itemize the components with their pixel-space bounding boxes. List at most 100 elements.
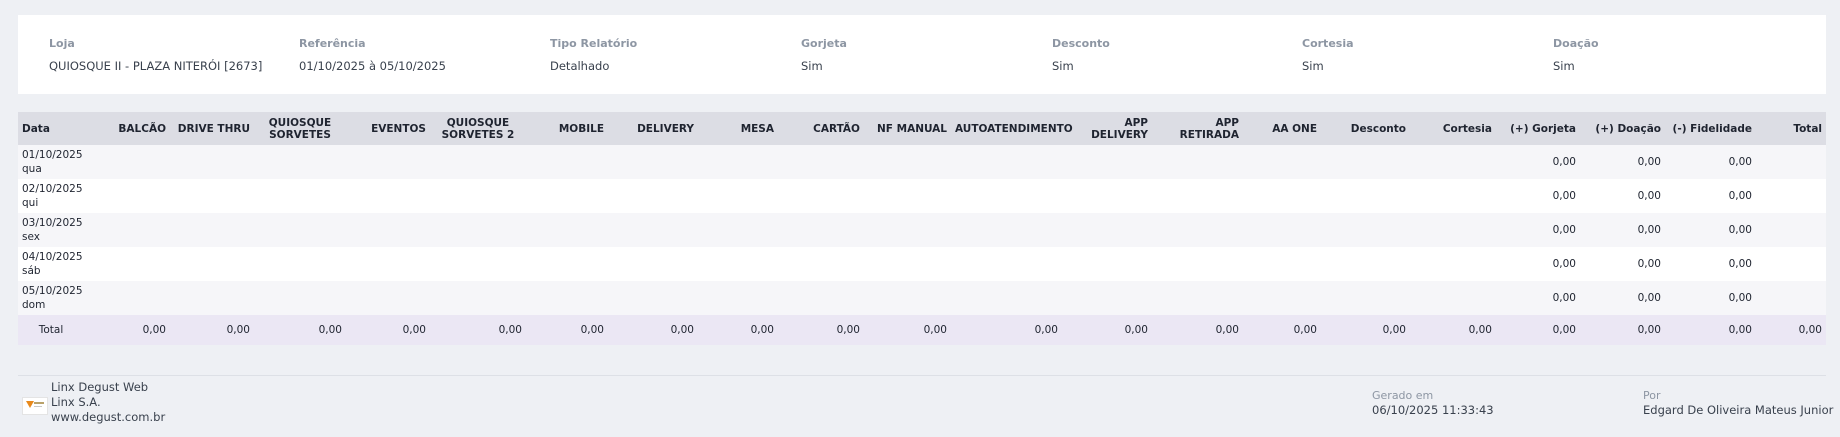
filter-value: Sim	[1302, 59, 1324, 73]
fidelidade-cell: 0,00	[1665, 179, 1756, 213]
gorjeta-cell: 0,00	[1496, 145, 1580, 179]
empty-cell	[778, 281, 864, 315]
row-date: 01/10/2025	[22, 149, 83, 161]
column-header-cartao: CARTÃO	[778, 112, 864, 145]
total-cell: 0,00	[1580, 315, 1665, 345]
empty-cell	[526, 179, 608, 213]
column-header-delivery: DELIVERY	[608, 112, 698, 145]
column-header-app-retirada: APP RETIRADA	[1152, 112, 1243, 145]
empty-cell	[1152, 281, 1243, 315]
column-header-quiosque-sorvetes-2: QUIOSQUE SORVETES 2	[430, 112, 526, 145]
empty-cell	[608, 281, 698, 315]
empty-cell	[951, 213, 1062, 247]
table-header-row: Data BALCÃO DRIVE THRU QUIOSQUE SORVETES…	[18, 112, 1826, 145]
empty-cell	[951, 247, 1062, 281]
empty-cell	[254, 281, 346, 315]
by-value: Edgard De Oliveira Mateus Junior	[1643, 403, 1834, 417]
empty-cell	[1062, 247, 1152, 281]
empty-cell	[951, 281, 1062, 315]
empty-cell	[526, 281, 608, 315]
total-cell: 0,00	[864, 315, 951, 345]
generated-at: Gerado em 06/10/2025 11:33:43	[1372, 388, 1494, 418]
column-header-app-delivery: APP DELIVERY	[1062, 112, 1152, 145]
date-cell: 05/10/2025 dom	[18, 281, 84, 315]
empty-cell	[1243, 179, 1321, 213]
total-cell: 0,00	[84, 315, 170, 345]
empty-cell	[1321, 281, 1410, 315]
company-name: Linx S.A.	[51, 395, 101, 409]
empty-cell	[170, 179, 254, 213]
filter-value: Sim	[1553, 59, 1575, 73]
column-header-nf-manual: NF MANUAL	[864, 112, 951, 145]
empty-cell	[254, 213, 346, 247]
column-header-desconto: Desconto	[1321, 112, 1410, 145]
table-total-row: Total 0,00 0,00 0,00 0,00 0,00 0,00 0,00 0,00 0,…	[18, 315, 1826, 345]
empty-cell	[1756, 179, 1826, 213]
empty-cell	[778, 247, 864, 281]
empty-cell	[1321, 247, 1410, 281]
empty-cell	[698, 247, 778, 281]
column-header-cortesia: Cortesia	[1410, 112, 1496, 145]
total-cell: 0,00	[951, 315, 1062, 345]
column-header-mesa: MESA	[698, 112, 778, 145]
column-header-gorjeta: (+) Gorjeta	[1496, 112, 1580, 145]
empty-cell	[346, 213, 430, 247]
filter-tipo-relatorio: Tipo Relatório Detalhado	[550, 36, 637, 74]
filter-desconto: Desconto Sim	[1052, 36, 1110, 74]
empty-cell	[1152, 145, 1243, 179]
filter-loja: Loja QUIOSQUE II - PLAZA NITERÓI [2673]	[49, 36, 262, 74]
empty-cell	[170, 247, 254, 281]
row-date: 03/10/2025	[22, 217, 83, 229]
row-weekday: dom	[22, 299, 46, 311]
empty-cell	[1410, 247, 1496, 281]
empty-cell	[526, 213, 608, 247]
total-cell: 0,00	[1410, 315, 1496, 345]
empty-cell	[1243, 247, 1321, 281]
empty-cell	[1321, 145, 1410, 179]
empty-cell	[526, 145, 608, 179]
filter-value: Sim	[801, 59, 823, 73]
generated-value: 06/10/2025 11:33:43	[1372, 403, 1494, 417]
empty-cell	[698, 179, 778, 213]
empty-cell	[254, 247, 346, 281]
filter-doacao: Doação Sim	[1553, 36, 1599, 74]
doacao-cell: 0,00	[1580, 179, 1665, 213]
column-header-eventos: EVENTOS	[346, 112, 430, 145]
total-cell: 0,00	[1665, 315, 1756, 345]
empty-cell	[1756, 247, 1826, 281]
total-cell: 0,00	[526, 315, 608, 345]
row-date: 02/10/2025	[22, 183, 83, 195]
table-row: 03/10/2025 sex 0,00 0,00 0,00	[18, 213, 1826, 247]
empty-cell	[430, 281, 526, 315]
date-cell: 04/10/2025 sáb	[18, 247, 84, 281]
empty-cell	[526, 247, 608, 281]
empty-cell	[1321, 179, 1410, 213]
empty-cell	[430, 179, 526, 213]
filter-label: Tipo Relatório	[550, 37, 638, 50]
empty-cell	[1410, 213, 1496, 247]
empty-cell	[1152, 213, 1243, 247]
total-cell: 0,00	[1496, 315, 1580, 345]
gorjeta-cell: 0,00	[1496, 281, 1580, 315]
doacao-cell: 0,00	[1580, 247, 1665, 281]
empty-cell	[951, 145, 1062, 179]
column-header-aa-one: AA ONE	[1243, 112, 1321, 145]
filter-cortesia: Cortesia Sim	[1302, 36, 1354, 74]
total-cell: 0,00	[608, 315, 698, 345]
empty-cell	[864, 145, 951, 179]
empty-cell	[1243, 213, 1321, 247]
empty-cell	[778, 179, 864, 213]
total-label: Total	[18, 315, 84, 345]
product-name: Linx Degust Web	[51, 380, 149, 394]
table-row: 05/10/2025 dom 0,00 0,00 0,00	[18, 281, 1826, 315]
table-row: 01/10/2025 qua 0,00 0,00 0,00	[18, 145, 1826, 179]
total-cell: 0,00	[1756, 315, 1826, 345]
empty-cell	[1062, 145, 1152, 179]
report-footer: Linx Degust Web Linx S.A. www.degust.com…	[0, 375, 1840, 437]
empty-cell	[1243, 145, 1321, 179]
fidelidade-cell: 0,00	[1665, 247, 1756, 281]
empty-cell	[430, 213, 526, 247]
filter-label: Desconto	[1052, 37, 1110, 50]
row-weekday: qui	[22, 197, 39, 209]
filter-gorjeta: Gorjeta Sim	[801, 36, 847, 74]
